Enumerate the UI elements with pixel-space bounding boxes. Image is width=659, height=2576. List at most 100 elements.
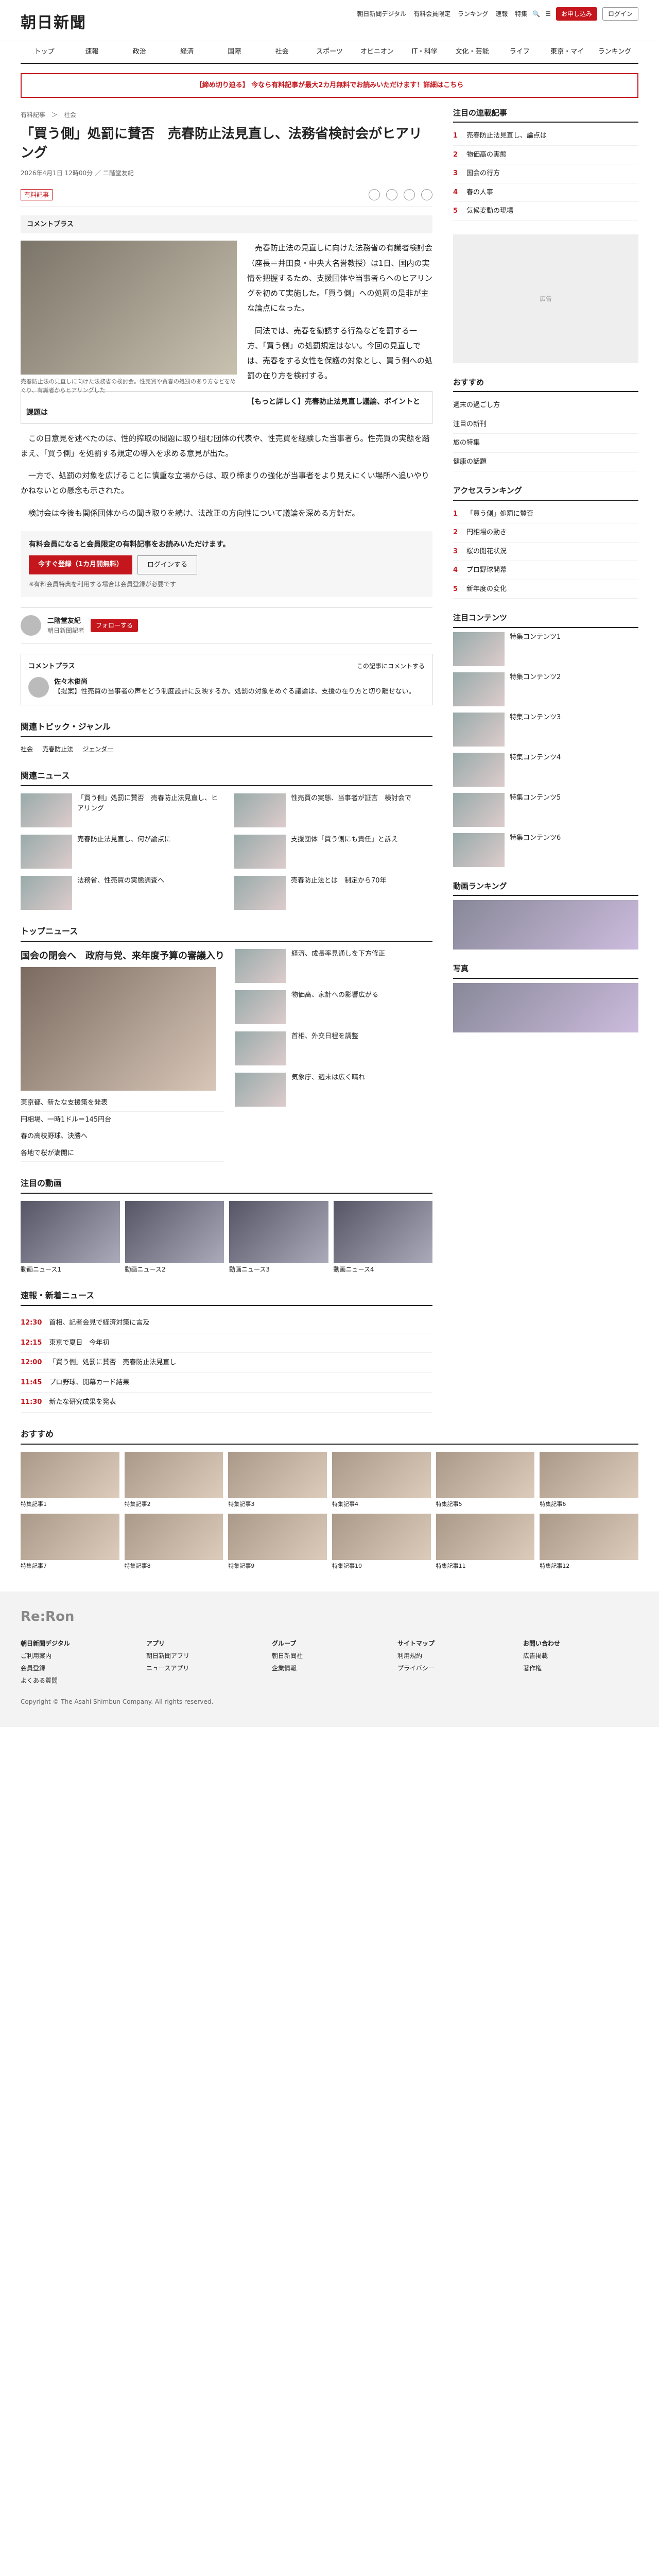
ranking-item[interactable]: 1 売春防止法見直し、論点は [453,127,638,146]
follow-button[interactable]: フォローする [91,619,138,633]
topnews-card[interactable]: 気象庁、週末は広く晴れ [235,1073,432,1107]
promo-item[interactable]: 特集記事3 [228,1451,327,1509]
content-card[interactable]: 特集コンテンツ2 [453,672,638,706]
nav-item[interactable]: 速報 [68,47,115,57]
footer-link[interactable]: ニュースアプリ [146,1662,262,1674]
promo-item[interactable]: 特集記事11 [436,1514,535,1571]
facebook-share-icon[interactable] [404,189,415,200]
x-share-icon[interactable] [386,189,397,200]
video-item[interactable]: 動画ニュース4 [333,1201,432,1274]
footer-link[interactable]: サイトマップ [397,1637,513,1650]
access-item[interactable]: 3 桜の開花状況 [453,543,638,561]
subscribe-button[interactable]: 今すぐ登録（1カ月間無料） [29,555,133,575]
comment-count-link[interactable]: この記事にコメントする [357,662,425,672]
article-image[interactable] [21,241,237,375]
promo-item[interactable]: 特集記事6 [540,1451,638,1509]
nav-item[interactable]: 文化・芸能 [448,47,496,57]
nav-item[interactable]: 政治 [116,47,163,57]
footer-link[interactable]: よくある質問 [21,1674,136,1687]
rec-item[interactable]: 旅の特集 [453,434,638,453]
breadcrumb[interactable]: 有料記事 ＞ 社会 [21,110,432,120]
footer-link[interactable]: 朝日新聞デジタル [21,1637,136,1650]
author-name[interactable]: 二階堂友紀 [47,616,84,626]
line-share-icon[interactable] [421,189,432,200]
ranking-item[interactable]: 5 気候変動の現場 [453,202,638,221]
content-card[interactable]: 特集コンテンツ4 [453,752,638,787]
commenter-name[interactable]: 佐々木俊尚 [54,677,415,687]
footer-link[interactable]: 会員登録 [21,1662,136,1674]
article-byline[interactable]: 二階堂友紀 [103,170,134,177]
content-card[interactable]: 特集コンテンツ3 [453,712,638,747]
topnews-card[interactable]: 首相、外交日程を調整 [235,1031,432,1066]
nav-item[interactable]: IT・科学 [401,47,448,57]
footer-link[interactable]: プライバシー [397,1662,513,1674]
nav-item[interactable]: 東京・マイ [543,47,591,57]
reiron-logo[interactable]: Re:Ron [21,1607,638,1627]
login-button[interactable]: ログイン [602,7,638,21]
topnews-card[interactable]: 物価高、家計への影響広がる [235,990,432,1025]
video-item[interactable]: 動画ニュース2 [125,1201,224,1274]
footer-link[interactable]: 利用規約 [397,1650,513,1662]
footer-link[interactable]: 広告掲載 [523,1650,638,1662]
topnews-image[interactable] [21,967,216,1091]
footer-link[interactable]: 企業情報 [272,1662,387,1674]
ranking-item[interactable]: 2 物価高の実態 [453,146,638,164]
util-link[interactable]: 特集 [515,10,527,18]
topnews-sub-item[interactable]: 円相場、一時1ドル＝145円台 [21,1112,224,1129]
video-rank-image[interactable] [453,900,638,950]
ad-slot[interactable]: 広告 [453,234,638,363]
related-card[interactable]: 売春防止法とは 制定から70年 [234,876,432,910]
nav-item[interactable]: 国際 [211,47,258,57]
newsfeed-item[interactable]: 12:00 「買う側」処罰に賛否 売春防止法見直し [21,1353,432,1373]
util-link[interactable]: 朝日新聞デジタル [357,10,406,18]
paywall-login-button[interactable]: ログインする [137,555,198,575]
rec-item[interactable]: 健康の話題 [453,453,638,471]
newsfeed-item[interactable]: 11:30 新たな研究成果を発表 [21,1393,432,1413]
ranking-item[interactable]: 4 春の人事 [453,183,638,202]
access-item[interactable]: 4 プロ野球開幕 [453,561,638,580]
topic-tag[interactable]: 売春防止法 [42,744,73,754]
topic-tag[interactable]: ジェンダー [82,744,113,754]
content-card[interactable]: 特集コンテンツ5 [453,792,638,827]
footer-link[interactable]: グループ [272,1637,387,1650]
util-link[interactable]: 速報 [495,10,508,18]
menu-icon[interactable]: ☰ [545,9,551,19]
promo-item[interactable]: 特集記事2 [124,1451,223,1509]
nav-item[interactable]: ランキング [591,47,638,57]
promo-item[interactable]: 特集記事7 [21,1514,119,1571]
site-logo[interactable]: 朝日新聞 [21,11,86,35]
comment-plus-header[interactable]: コメントプラス [21,215,432,234]
promo-banner[interactable]: 【締め切り迫る】 今なら有料記事が最大2カ月無料でお読みいただけます！詳細はこち… [21,73,638,98]
promo-item[interactable]: 特集記事12 [540,1514,638,1571]
related-card[interactable]: 売春防止法見直し、何が論点に [21,835,219,869]
related-card[interactable]: 「買う側」処罰に賛否 売春防止法見直し、ヒアリング [21,793,219,828]
promo-item[interactable]: 特集記事4 [332,1451,431,1509]
video-item[interactable]: 動画ニュース3 [229,1201,328,1274]
footer-link[interactable]: 朝日新聞社 [272,1650,387,1662]
promo-item[interactable]: 特集記事8 [124,1514,223,1571]
topnews-lead[interactable]: 国会の閉会へ 政府与党、来年度予算の審議入り [21,949,224,963]
footer-link[interactable]: 著作権 [523,1662,638,1674]
nav-item[interactable]: 社会 [258,47,306,57]
promo-item[interactable]: 特集記事10 [332,1514,431,1571]
summary-link[interactable]: 【もっと詳しく】売春防止法見直し議論、ポイントと課題は [21,391,432,424]
rec-item[interactable]: 注目の新刊 [453,415,638,434]
rec-item[interactable]: 週末の過ごし方 [453,396,638,415]
access-item[interactable]: 1 「買う側」処罰に賛否 [453,505,638,523]
search-icon[interactable]: 🔍 [532,9,540,19]
topic-tag[interactable]: 社会 [21,744,33,754]
nav-item[interactable]: トップ [21,47,68,57]
access-item[interactable]: 5 新年度の変化 [453,580,638,599]
nav-item[interactable]: ライフ [496,47,543,57]
related-card[interactable]: 性売買の実態、当事者が証言 検討会で [234,793,432,828]
newsfeed-item[interactable]: 11:45 プロ野球、開幕カード結果 [21,1373,432,1393]
bookmark-icon[interactable] [369,189,380,200]
util-link[interactable]: ランキング [458,10,489,18]
topnews-sub-item[interactable]: 各地で桜が満開に [21,1145,224,1162]
topnews-sub-item[interactable]: 春の高校野球、決勝へ [21,1128,224,1145]
promo-item[interactable]: 特集記事5 [436,1451,535,1509]
footer-link[interactable]: 朝日新聞アプリ [146,1650,262,1662]
topnews-card[interactable]: 経済、成長率見通しを下方修正 [235,949,432,984]
nav-item[interactable]: オピニオン [353,47,401,57]
util-link[interactable]: 有料会員限定 [413,10,450,18]
